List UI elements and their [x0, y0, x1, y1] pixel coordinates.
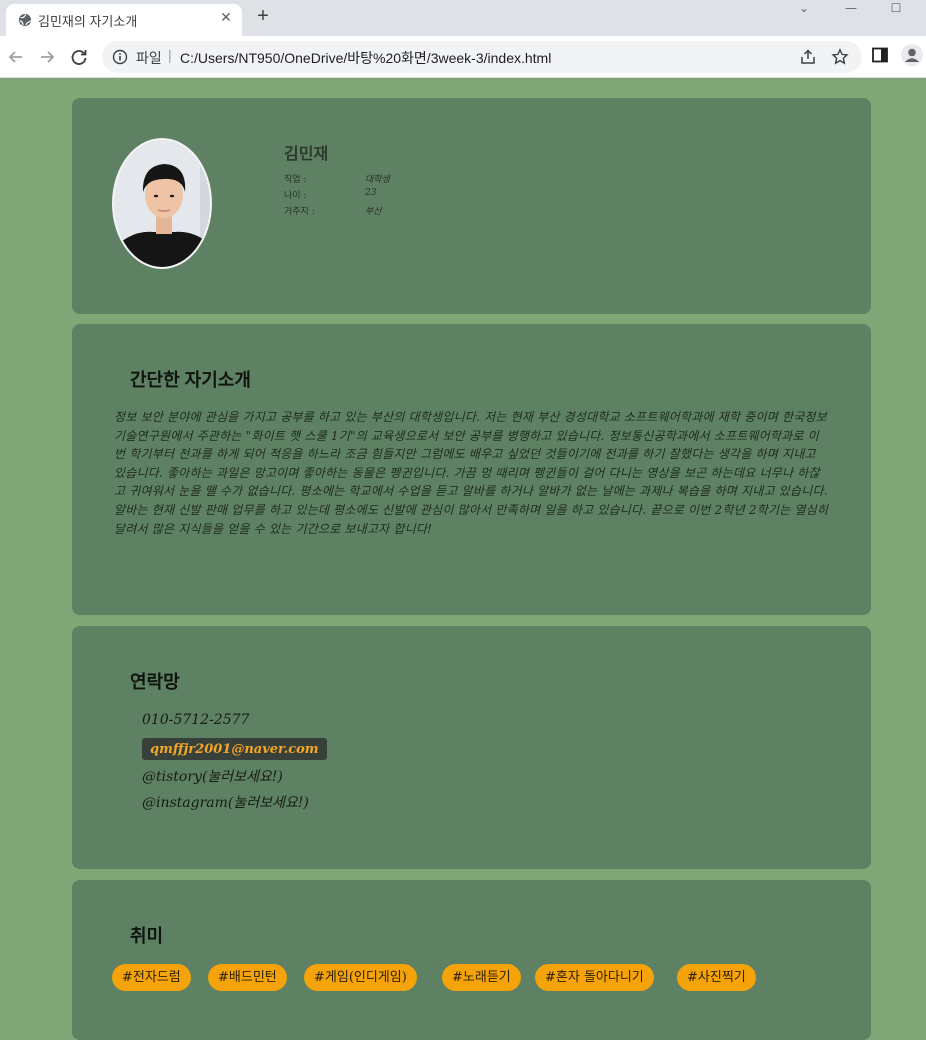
globe-icon: [18, 13, 32, 27]
bookmark-star-icon[interactable]: [831, 48, 849, 66]
profile-avatar-icon[interactable]: [901, 44, 923, 66]
tab-title: 김민재의 자기소개: [38, 14, 138, 29]
side-panel-icon[interactable]: [871, 46, 889, 64]
residence-value: 부산: [365, 207, 382, 217]
url-text[interactable]: C:/Users/NT950/OneDrive/바탕%20화면/3week-3/…: [180, 48, 551, 68]
job-value: 대학생: [365, 175, 390, 185]
reload-icon[interactable]: [68, 46, 90, 68]
email-address[interactable]: qmffjr2001@naver.com: [150, 742, 319, 757]
browser-tab-strip: 김민재의 자기소개 ✕ + ⌄ — ☐: [0, 0, 926, 36]
age-value: 23: [365, 188, 377, 198]
tab-close-icon[interactable]: ✕: [218, 10, 234, 26]
info-icon[interactable]: [112, 49, 128, 65]
new-tab-button[interactable]: +: [254, 6, 272, 26]
omnibox-separator: |: [168, 47, 172, 63]
maximize-button[interactable]: ☐: [888, 0, 904, 16]
browser-tab[interactable]: 김민재의 자기소개 ✕: [6, 4, 242, 36]
phone-number: 010-5712-2577: [142, 712, 250, 728]
hobby-tag-drum: #전자드럼: [112, 964, 191, 991]
hobby-tag-music: #노래듣기: [442, 964, 521, 991]
forward-arrow-icon[interactable]: [36, 46, 58, 68]
residence-label: 거주지 :: [284, 207, 315, 217]
contact-card: 연락망 010-5712-2577 qmffjr2001@naver.com @…: [72, 626, 871, 869]
scheme-label: 파일: [136, 50, 162, 66]
share-icon[interactable]: [799, 48, 817, 66]
intro-card: 간단한 자기소개 정보 보안 분야에 관심을 가지고 공부를 하고 있는 부산의…: [72, 324, 871, 615]
email-chip[interactable]: qmffjr2001@naver.com: [142, 738, 327, 760]
hobby-title: 취미: [130, 926, 164, 946]
intro-title: 간단한 자기소개: [130, 370, 251, 390]
profile-photo: [112, 138, 212, 269]
address-bar[interactable]: 파일 | C:/Users/NT950/OneDrive/바탕%20화면/3we…: [102, 41, 862, 73]
hobby-tag-wander: #혼자 돌아다니기: [535, 964, 654, 991]
tab-search-chevron-icon[interactable]: ⌄: [796, 0, 812, 16]
age-label: 나이 :: [284, 191, 307, 201]
profile-name: 김민재: [284, 144, 329, 163]
hobby-card: 취미 #전자드럼 #배드민턴 #게임(인디게임) #노래듣기 #혼자 돌아다니기…: [72, 880, 871, 1040]
hobby-tag-badminton: #배드민턴: [208, 964, 287, 991]
job-label: 직업 :: [284, 175, 307, 185]
hobby-tag-game: #게임(인디게임): [304, 964, 417, 991]
intro-paragraph: 정보 보안 분야에 관심을 가지고 공부를 하고 있는 부산의 대학생입니다. …: [114, 410, 829, 536]
browser-toolbar: 파일 | C:/Users/NT950/OneDrive/바탕%20화면/3we…: [0, 36, 926, 78]
hobby-tag-photo: #사진찍기: [677, 964, 756, 991]
instagram-link[interactable]: @instagram(눌러보세요!): [142, 792, 309, 812]
profile-card: 김민재 직업 : 대학생 나이 : 23 거주지 : 부산: [72, 98, 871, 314]
back-arrow-icon[interactable]: [5, 46, 27, 68]
minimize-button[interactable]: —: [843, 0, 859, 16]
contact-title: 연락망: [130, 672, 180, 692]
tistory-link[interactable]: @tistory(눌러보세요!): [142, 766, 283, 786]
